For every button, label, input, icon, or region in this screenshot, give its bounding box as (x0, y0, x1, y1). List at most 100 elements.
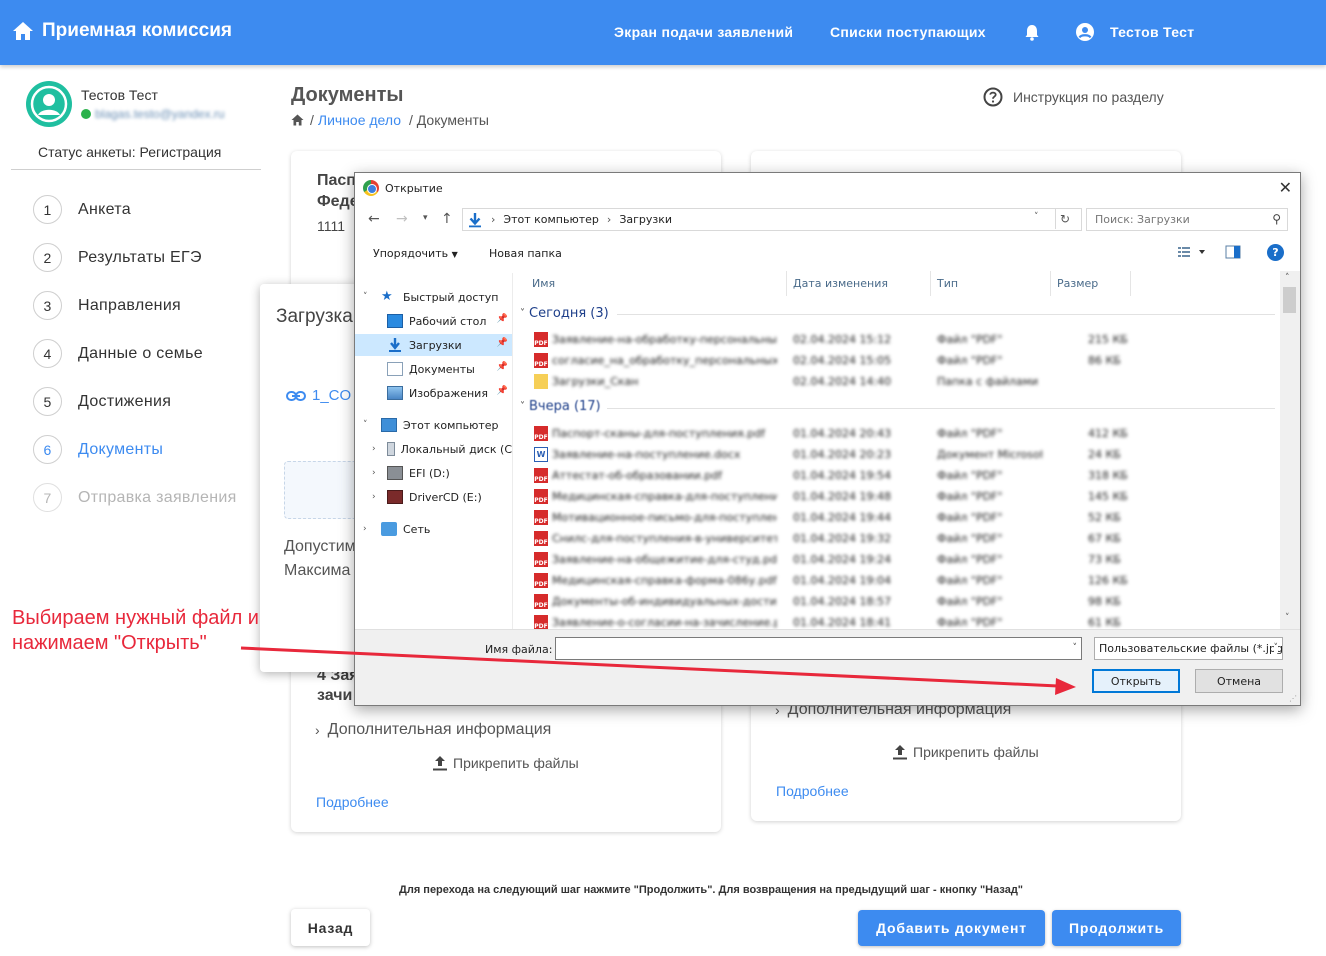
sidebar-step-achievements[interactable]: 5 Достижения (33, 387, 171, 416)
step-label: Результаты ЕГЭ (78, 248, 202, 266)
tree-drivercd-e[interactable]: › DriverCD (E:) (355, 486, 512, 508)
refresh-icon[interactable]: ↻ (1055, 208, 1074, 229)
section-instruction-link[interactable]: Инструкция по разделу (983, 87, 1164, 107)
group-yesterday[interactable]: ˅ Вчера (17) (520, 399, 601, 414)
back-button[interactable]: Назад (291, 909, 370, 946)
file-row[interactable]: PDF согласие_на_обработку_персональных_да… (530, 350, 1278, 371)
tree-quick-access[interactable]: ˅ ★ Быстрый доступ (355, 286, 512, 308)
uploaded-file-link[interactable]: 1_CO (286, 387, 351, 404)
group-today[interactable]: ˅ Сегодня (3) (520, 306, 609, 321)
file-row[interactable]: PDF Снилс-для-поступления-в-университет.p… (530, 528, 1278, 549)
organize-menu[interactable]: Упорядочить ▼ (373, 247, 458, 260)
file-row[interactable]: PDF Медицинская-справка-для-поступления-в… (530, 486, 1278, 507)
more-link[interactable]: Подробнее (776, 783, 849, 799)
back-arrow-icon[interactable]: ← (368, 211, 380, 227)
file-date: 01.04.2024 19:54 (793, 469, 892, 482)
expand-arrow-icon[interactable]: › (372, 468, 376, 478)
file-row[interactable]: PDF Документы-об-индивидуальных-достижени… (530, 591, 1278, 612)
additional-info-toggle[interactable]: › Дополнительная информация (315, 721, 551, 739)
cd-drive-icon (387, 490, 403, 504)
nav-applications-screen[interactable]: Экран подачи заявлений (614, 24, 793, 40)
tree-efi-d[interactable]: › EFI (D:) (355, 462, 512, 484)
file-size: 73 КБ (1088, 553, 1121, 566)
file-row[interactable]: PDF Аттестат-об-образовании.pdf 01.04.2024… (530, 465, 1278, 486)
organize-label: Упорядочить (373, 247, 449, 260)
expand-arrow-icon[interactable]: ˅ (363, 420, 368, 430)
nav-applicant-lists[interactable]: Списки поступающих (830, 24, 986, 40)
view-options-icon[interactable] (1177, 245, 1207, 262)
path-downloads[interactable]: Загрузки (619, 213, 672, 226)
vertical-scrollbar[interactable]: ˄ ˅ (1280, 271, 1300, 629)
scrollbar-thumb[interactable] (1283, 287, 1296, 313)
address-bar[interactable]: › Этот компьютер › Загрузки (462, 208, 1082, 231)
tree-documents[interactable]: Документы 📌 (355, 358, 512, 380)
more-link[interactable]: Подробнее (316, 794, 389, 810)
file-type: Папка с файлами (937, 375, 1039, 388)
path-this-pc[interactable]: Этот компьютер (503, 213, 599, 226)
tree-downloads[interactable]: Загрузки 📌 (355, 334, 512, 356)
sidebar-step-profile[interactable]: 1 Анкета (33, 195, 131, 224)
upload-modal-title: Загрузка (276, 306, 353, 327)
file-row[interactable]: PDF Мотивационное-письмо-для-поступления.… (530, 507, 1278, 528)
group-label: Вчера (17) (529, 399, 601, 414)
expand-arrow-icon[interactable]: ˅ (363, 292, 368, 302)
resize-grip-icon[interactable]: ⋰ (1289, 694, 1297, 703)
column-name[interactable]: Имя (526, 271, 787, 296)
breadcrumb-personal-file[interactable]: Личное дело (318, 112, 401, 128)
cancel-button[interactable]: Отмена (1195, 669, 1283, 693)
column-type[interactable]: Тип (931, 271, 1051, 296)
file-date: 01.04.2024 19:32 (793, 532, 892, 545)
expand-arrow-icon[interactable]: › (363, 524, 367, 534)
home-icon[interactable] (291, 114, 304, 126)
sidebar-step-family[interactable]: 4 Данные о семье (33, 339, 203, 368)
open-button[interactable]: Открыть (1092, 669, 1180, 693)
new-folder-button[interactable]: Новая папка (489, 247, 562, 260)
expand-arrow-icon[interactable]: › (372, 492, 376, 502)
filename-input[interactable]: ˅ (555, 637, 1082, 660)
dialog-toolbar: Упорядочить ▼ Новая папка (355, 239, 1300, 269)
tree-local-disk-c[interactable]: › Локальный диск (C (355, 438, 512, 460)
sidebar-step-documents[interactable]: 6 Документы (33, 435, 163, 464)
column-size[interactable]: Размер (1051, 271, 1131, 296)
expand-arrow-icon[interactable]: › (372, 444, 376, 454)
help-icon[interactable]: ? (1267, 244, 1284, 261)
file-type: Файл "PDF" (937, 354, 1003, 367)
file-row[interactable]: Загрузки_Скан 02.04.2024 14:40 Папка с фай… (530, 371, 1278, 392)
user-menu[interactable]: Тестов Тест (1076, 23, 1194, 41)
file-row[interactable]: W Заявление-на-поступление.docx 01.04.2024… (530, 444, 1278, 465)
card-footer-line2: зачи (317, 687, 353, 704)
file-size: 215 КБ (1088, 333, 1128, 346)
attach-files-button[interactable]: Прикрепить файлы (891, 743, 1039, 761)
file-row[interactable]: PDF Паспорт-сканы-для-поступления.pdf 01.0… (530, 423, 1278, 444)
tree-this-pc[interactable]: ˅ Этот компьютер (355, 414, 512, 436)
search-input[interactable]: Поиск: Загрузки ⚲ (1086, 208, 1288, 231)
dialog-titlebar[interactable]: Открытие ✕ (355, 173, 1300, 203)
address-dropdown-icon[interactable]: ˅ (1034, 212, 1039, 222)
attach-files-button[interactable]: Прикрепить файлы (431, 754, 579, 772)
step-number: 6 (33, 435, 62, 464)
up-arrow-icon[interactable]: ↑ (441, 211, 453, 227)
column-date-modified[interactable]: Дата изменения (787, 271, 931, 296)
file-row[interactable]: PDF Заявление-на-общежитие-для-студ.pdf 01… (530, 549, 1278, 570)
file-type-select[interactable]: Пользовательские файлы (*.jpg ˅ (1094, 637, 1283, 660)
file-size: 67 КБ (1088, 532, 1121, 545)
chevron-down-icon[interactable]: ˅ (1073, 643, 1078, 653)
file-row[interactable]: PDF Заявление-на-обработку-персональных-д… (530, 329, 1278, 350)
scroll-up-icon[interactable]: ˄ (1285, 273, 1290, 283)
tree-pictures[interactable]: Изображения 📌 (355, 382, 512, 404)
file-name: Заявление-на-поступление.docx (552, 448, 741, 461)
sidebar-step-directions[interactable]: 3 Направления (33, 291, 181, 320)
recent-dropdown-icon[interactable]: ▾ (423, 213, 428, 223)
sidebar-step-exam-results[interactable]: 2 Результаты ЕГЭ (33, 243, 202, 272)
tree-label: Загрузки (409, 338, 462, 352)
brand-link[interactable]: Приемная комиссия (12, 20, 232, 42)
add-document-button[interactable]: Добавить документ (858, 910, 1045, 946)
tree-desktop[interactable]: Рабочий стол 📌 (355, 310, 512, 332)
close-icon[interactable]: ✕ (1279, 178, 1292, 197)
preview-pane-icon[interactable] (1225, 245, 1241, 262)
bell-icon[interactable] (1024, 24, 1040, 46)
scroll-down-icon[interactable]: ˅ (1285, 613, 1290, 623)
file-row[interactable]: PDF Медицинская-справка-форма-086у.pdf 01.… (530, 570, 1278, 591)
tree-network[interactable]: › Сеть (355, 518, 512, 540)
continue-button[interactable]: Продолжить (1052, 910, 1181, 946)
